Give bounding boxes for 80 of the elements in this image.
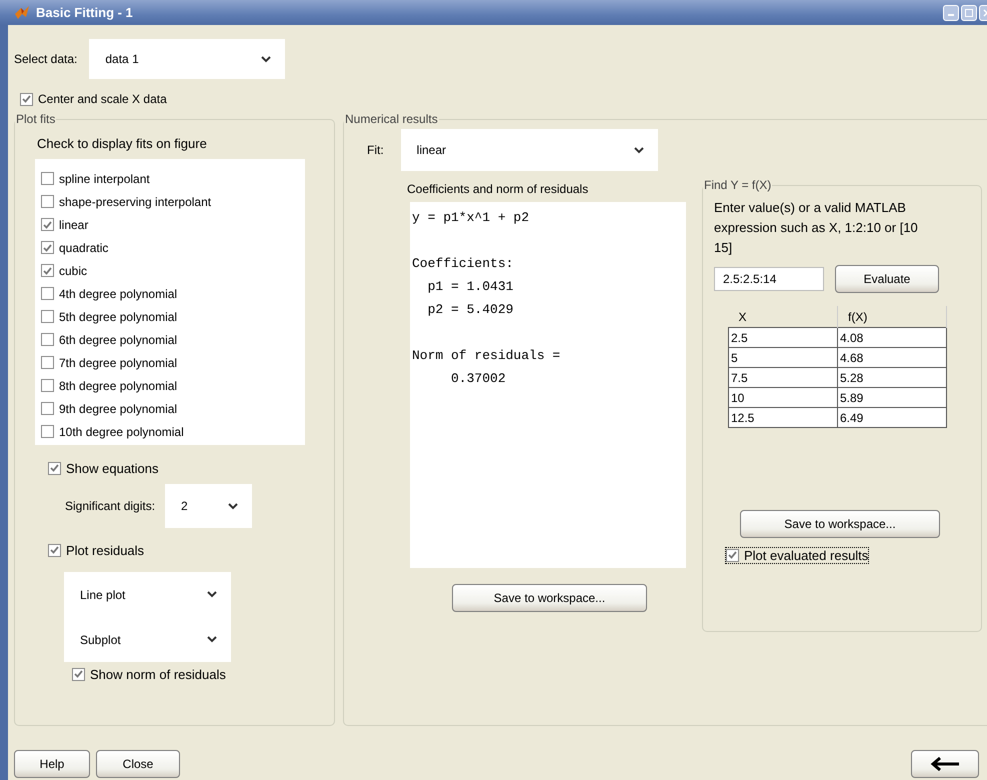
checkbox[interactable] bbox=[41, 425, 54, 438]
instructions-text: Enter value(s) or a valid MATLAB expression such as X, 1:2:10 or [10 15] bbox=[713, 199, 919, 257]
window-title: Basic Fitting - 1 bbox=[36, 5, 134, 20]
checkbox[interactable] bbox=[48, 462, 61, 474]
save-to-workspace-button[interactable]: Save to workspace... bbox=[452, 584, 647, 612]
table-cell: 4.68 bbox=[838, 348, 946, 368]
checkbox-label: 5th degree polynomial bbox=[59, 310, 178, 324]
expression-field[interactable]: 2.5:2.5:14 bbox=[714, 267, 824, 291]
checkbox-label: quadratic bbox=[59, 240, 108, 254]
table-cell: 5.89 bbox=[838, 388, 946, 408]
checkbox-label: Plot evaluated results bbox=[744, 548, 868, 562]
checkbox-label: Center and scale X data bbox=[38, 92, 167, 106]
checkbox[interactable] bbox=[41, 356, 54, 369]
significant-digits-dropdown[interactable]: 2 bbox=[165, 484, 252, 528]
checkbox-label: 7th degree polynomial bbox=[59, 356, 178, 370]
checkbox-label: spline interpolant bbox=[59, 172, 150, 186]
checkbox[interactable] bbox=[41, 333, 54, 346]
checkbox[interactable] bbox=[20, 92, 33, 106]
checkbox-label: cubic bbox=[59, 264, 88, 278]
group-title: Plot fits bbox=[15, 112, 56, 126]
checkbox[interactable] bbox=[41, 379, 54, 392]
chevron-icon bbox=[634, 146, 644, 154]
select-data-dropdown[interactable]: data 1 bbox=[89, 39, 286, 79]
checkbox[interactable] bbox=[41, 195, 54, 208]
checkbox-label: 9th degree polynomial bbox=[59, 402, 178, 416]
checkbox-label: 6th degree polynomial bbox=[59, 332, 178, 346]
maximize-icon bbox=[965, 8, 973, 16]
table-cell: 2.5 bbox=[728, 328, 838, 348]
chevron-icon bbox=[261, 56, 272, 62]
app-icon bbox=[14, 4, 30, 20]
help-button[interactable]: Help bbox=[14, 750, 90, 778]
chevron-icon bbox=[228, 502, 238, 510]
table-cell: 10 bbox=[728, 388, 838, 408]
checkbox-label: Show equations bbox=[66, 460, 159, 476]
checkbox[interactable] bbox=[41, 402, 54, 415]
arrow-left-icon bbox=[930, 757, 960, 771]
table-cell: 5 bbox=[728, 348, 838, 368]
result-line: 0.37002 bbox=[450, 370, 507, 388]
chevron-icon bbox=[207, 636, 217, 643]
table-cell: 4.08 bbox=[838, 328, 946, 348]
fit-dropdown[interactable]: linear bbox=[400, 129, 658, 171]
checkbox[interactable] bbox=[41, 218, 54, 231]
checkbox[interactable] bbox=[72, 668, 85, 680]
checkbox-label: shape-preserving interpolant bbox=[59, 194, 212, 208]
checkbox-label: 10th degree polynomial bbox=[59, 424, 184, 438]
checkbox[interactable] bbox=[41, 310, 54, 323]
select-data-label: Select data: bbox=[14, 52, 78, 66]
maximize-button[interactable] bbox=[961, 4, 977, 20]
checkbox[interactable] bbox=[41, 172, 54, 185]
group-title: Find Y = f(X) bbox=[703, 178, 772, 192]
result-line: p2 = 5.4029 bbox=[426, 301, 514, 319]
checkbox-label: linear bbox=[59, 218, 88, 232]
checkbox[interactable] bbox=[48, 544, 61, 556]
group-title: Numerical results bbox=[344, 112, 439, 126]
evaluate-button[interactable]: Evaluate bbox=[835, 265, 939, 293]
result-line: y = p1*x^1 + p2 bbox=[412, 209, 530, 227]
table-cell: 7.5 bbox=[728, 368, 838, 388]
table-cell: 5.28 bbox=[838, 368, 946, 388]
checkbox[interactable] bbox=[41, 264, 54, 277]
result-line: Coefficients: bbox=[412, 255, 514, 273]
results-caption: Coefficients and norm of residuals bbox=[406, 182, 590, 196]
checkbox[interactable] bbox=[726, 548, 739, 562]
fits-caption: Check to display fits on figure bbox=[36, 136, 208, 151]
minimize-button[interactable] bbox=[943, 4, 959, 20]
back-button[interactable] bbox=[911, 750, 979, 778]
save-to-workspace-button[interactable]: Save to workspace... bbox=[740, 510, 940, 538]
significant-digits-label: Significant digits: bbox=[65, 499, 156, 513]
checkbox[interactable] bbox=[41, 287, 54, 300]
checkbox-label: 8th degree polynomial bbox=[59, 378, 178, 392]
result-line: Norm of residuals = bbox=[412, 347, 562, 365]
table-cell: 12.5 bbox=[728, 408, 838, 428]
checkbox-label: 4th degree polynomial bbox=[59, 286, 178, 300]
close-button[interactable]: Close bbox=[96, 750, 180, 778]
table-cell: 6.49 bbox=[838, 408, 946, 428]
checkbox-label: Plot residuals bbox=[66, 542, 144, 558]
fit-label: Fit: bbox=[367, 143, 384, 157]
checkbox-label: Show norm of residuals bbox=[90, 666, 226, 682]
chevron-icon bbox=[207, 591, 217, 598]
checkbox[interactable] bbox=[41, 241, 54, 254]
result-line: p1 = 1.0431 bbox=[426, 278, 514, 296]
